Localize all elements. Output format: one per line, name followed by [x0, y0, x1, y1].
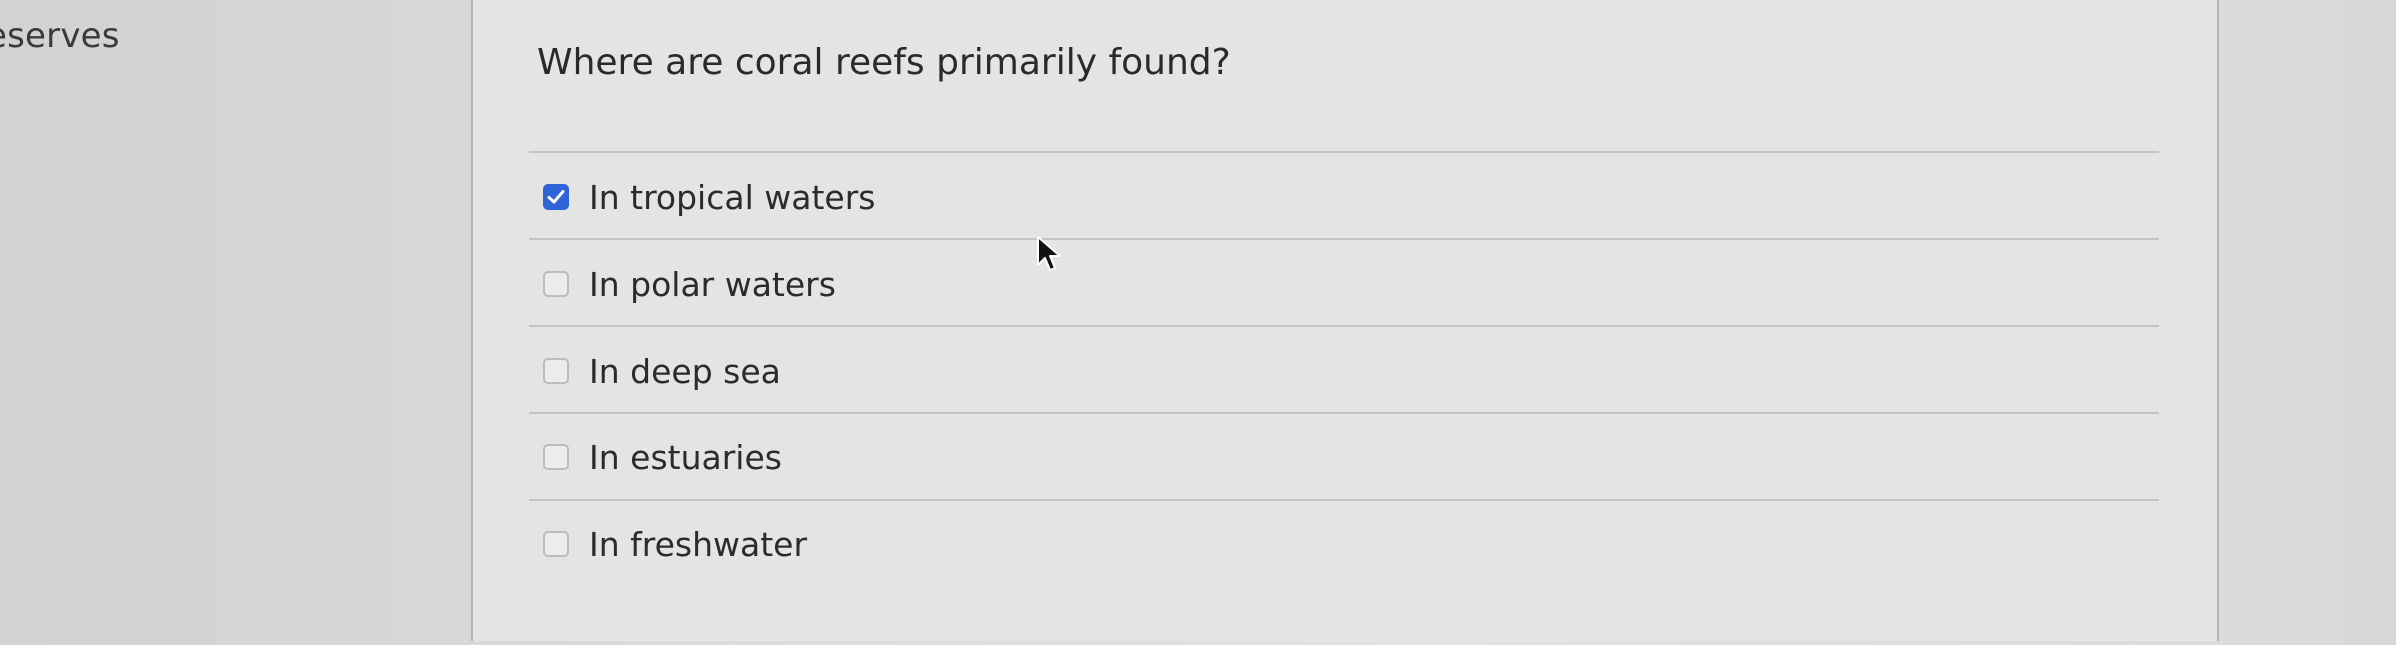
- checkbox-unchecked[interactable]: [543, 444, 569, 470]
- divider: [529, 412, 2159, 414]
- divider: [529, 151, 2159, 153]
- checkbox-unchecked[interactable]: [543, 271, 569, 297]
- answer-label: In polar waters: [589, 264, 836, 304]
- answer-label: In deep sea: [589, 351, 781, 391]
- answer-option-deep-sea[interactable]: In deep sea: [543, 347, 781, 395]
- mouse-pointer-icon: [1037, 236, 1061, 271]
- checkbox-unchecked[interactable]: [543, 531, 569, 557]
- answer-option-freshwater[interactable]: In freshwater: [543, 520, 807, 568]
- answer-option-estuaries[interactable]: In estuaries: [543, 433, 782, 481]
- answer-label: In estuaries: [589, 437, 782, 477]
- question-panel: Where are coral reefs primarily found? I…: [471, 0, 2219, 641]
- checkbox-checked[interactable]: [543, 184, 569, 210]
- answer-option-polar-waters[interactable]: In polar waters: [543, 260, 836, 308]
- checkbox-unchecked[interactable]: [543, 358, 569, 384]
- divider: [529, 325, 2159, 327]
- divider: [529, 238, 2159, 240]
- question-text: Where are coral reefs primarily found?: [537, 42, 1231, 83]
- divider: [529, 499, 2159, 501]
- answer-option-tropical-waters[interactable]: In tropical waters: [543, 173, 875, 221]
- answer-label: In tropical waters: [589, 177, 876, 217]
- answer-label: In freshwater: [589, 524, 808, 564]
- checkmark-icon: [547, 190, 565, 204]
- side-heading: eserves: [0, 16, 120, 56]
